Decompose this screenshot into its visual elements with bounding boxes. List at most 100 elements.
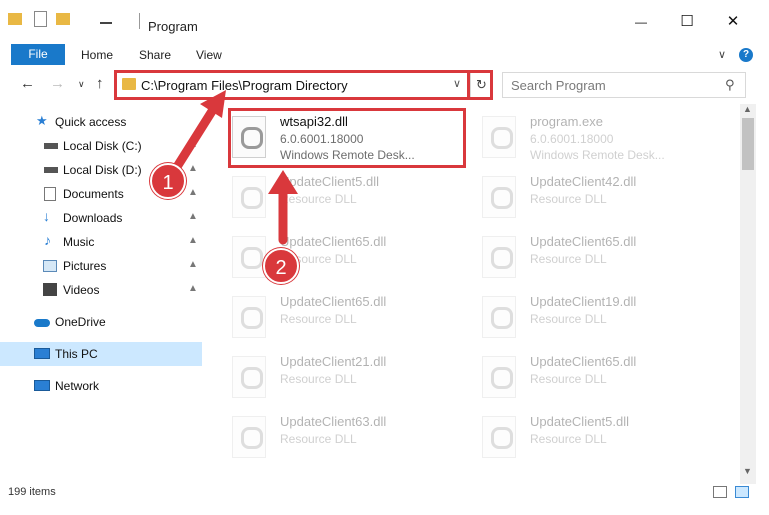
pin-icon[interactable]: ▲ [188,163,198,174]
properties-icon[interactable] [34,11,47,27]
dll-file-icon [482,236,516,278]
sidebar-item-label: Quick access [55,115,127,129]
sidebar-item-videos[interactable]: Videos ▲ [0,278,202,302]
sidebar-item-local-disk-c[interactable]: Local Disk (C:) ▲ [0,134,202,158]
file-name: UpdateClient65.dll [280,294,387,309]
sidebar-item-music[interactable]: ♪ Music ▲ [0,230,202,254]
search-field[interactable]: Search Program ⚲ [502,72,746,98]
cloud-icon [34,319,50,327]
status-bar: 199 items [0,480,769,504]
vertical-scrollbar[interactable]: ▲ ▼ [740,104,756,484]
details-view-icon[interactable] [713,486,727,498]
file-item[interactable]: UpdateClient42.dll Resource DLL [482,172,712,232]
dll-file-icon [232,296,266,338]
computer-icon [34,348,50,359]
up-arrow-icon[interactable]: ↑ [96,75,104,92]
pin-icon[interactable]: ▲ [188,139,198,150]
pictures-icon [43,260,57,272]
sidebar-item-label: Videos [63,283,100,297]
search-icon[interactable]: ⚲ [725,77,735,93]
tiles-view-icon[interactable] [735,486,749,498]
file-name: UpdateClient63.dll [280,414,387,429]
customize-toolbar-icon[interactable] [100,12,112,24]
sidebar-item-label: Music [63,235,95,249]
item-count: 199 items [8,486,56,498]
file-description: Resource DLL [280,192,357,206]
tab-share[interactable]: Share [139,48,171,62]
sidebar-item-pictures[interactable]: Pictures ▲ [0,254,202,278]
sidebar-item-label: OneDrive [55,315,106,329]
file-item[interactable]: UpdateClient65.dll Resource DLL [232,292,462,352]
file-item[interactable]: program.exe 6.0.6001.18000 Windows Remot… [482,112,712,172]
tab-view[interactable]: View [196,48,222,62]
collapse-ribbon-icon[interactable]: ∨ [718,48,726,61]
maximize-button[interactable]: ☐ [664,8,710,36]
network-icon [34,380,50,391]
file-description: Resource DLL [530,372,607,386]
file-item[interactable]: UpdateClient65.dll Resource DLL [482,352,712,412]
dll-file-icon [232,176,266,218]
sidebar-item-label: Downloads [63,211,123,225]
exe-file-icon [482,116,516,158]
pin-icon[interactable]: ▲ [188,211,198,222]
file-highlight-box [228,108,466,168]
file-item[interactable]: UpdateClient65.dll Resource DLL [482,232,712,292]
dll-file-icon [232,356,266,398]
sidebar-item-label: Pictures [63,259,107,273]
drive-icon [44,143,58,149]
file-name: UpdateClient5.dll [280,174,380,189]
pin-icon[interactable]: ▲ [188,235,198,246]
pin-icon[interactable]: ▲ [188,283,198,294]
scroll-thumb[interactable] [742,118,754,170]
tab-home[interactable]: Home [81,48,113,62]
file-tab[interactable]: File [11,44,65,65]
scroll-down-icon[interactable]: ▼ [743,466,752,476]
folder-icon[interactable] [8,13,22,25]
sidebar-item-quick-access[interactable]: ★ Quick access [0,110,202,134]
navigation-pane: ★ Quick access Local Disk (C:) ▲ Local D… [0,104,205,464]
file-name: UpdateClient5.dll [530,414,630,429]
file-description: Resource DLL [280,432,357,446]
dll-file-icon [482,356,516,398]
dll-file-icon [232,416,266,458]
ribbon: File Home Share View ∨ ? [0,42,769,66]
file-item[interactable]: UpdateClient63.dll Resource DLL [232,412,462,464]
sidebar-item-onedrive[interactable]: OneDrive [0,310,202,334]
recent-chevron-icon[interactable]: ∨ [78,79,85,90]
dll-file-icon [232,236,266,278]
forward-arrow-icon[interactable]: → [50,75,65,92]
search-placeholder[interactable]: Search Program [511,78,606,93]
file-item[interactable]: UpdateClient19.dll Resource DLL [482,292,712,352]
file-item[interactable]: UpdateClient5.dll Resource DLL [232,172,462,232]
minimize-button[interactable]: — [618,8,664,36]
sidebar-item-label: This PC [55,347,98,361]
pin-icon[interactable]: ▲ [188,259,198,270]
refresh-highlight-box [467,70,493,100]
scroll-up-icon[interactable]: ▲ [743,104,752,114]
sidebar-item-label: Local Disk (D:) [63,163,142,177]
documents-icon [44,187,56,201]
file-item[interactable]: UpdateClient5.dll Resource DLL [482,412,712,464]
sidebar-item-label: Documents [63,187,124,201]
file-name: UpdateClient21.dll [280,354,387,369]
file-description: Resource DLL [530,252,607,266]
file-name: UpdateClient19.dll [530,294,637,309]
file-description: Resource DLL [280,312,357,326]
dll-file-icon [482,296,516,338]
file-name: UpdateClient65.dll [530,234,637,249]
step-badge-2: 2 [263,248,299,284]
sidebar-item-downloads[interactable]: ↓ Downloads ▲ [0,206,202,230]
sidebar-item-network[interactable]: Network [0,374,202,398]
sidebar-item-this-pc[interactable]: This PC [0,342,202,366]
file-name: program.exe [530,114,603,129]
new-folder-icon[interactable] [56,13,70,25]
videos-icon [43,283,57,296]
file-item[interactable]: UpdateClient21.dll Resource DLL [232,352,462,412]
close-button[interactable]: ✕ [710,8,756,36]
step-badge-1: 1 [150,163,186,199]
file-description: Resource DLL [530,432,607,446]
help-icon[interactable]: ? [739,48,753,62]
pin-icon[interactable]: ▲ [188,187,198,198]
file-description: Windows Remote Desk... [530,148,665,162]
back-arrow-icon[interactable]: ← [20,75,35,92]
